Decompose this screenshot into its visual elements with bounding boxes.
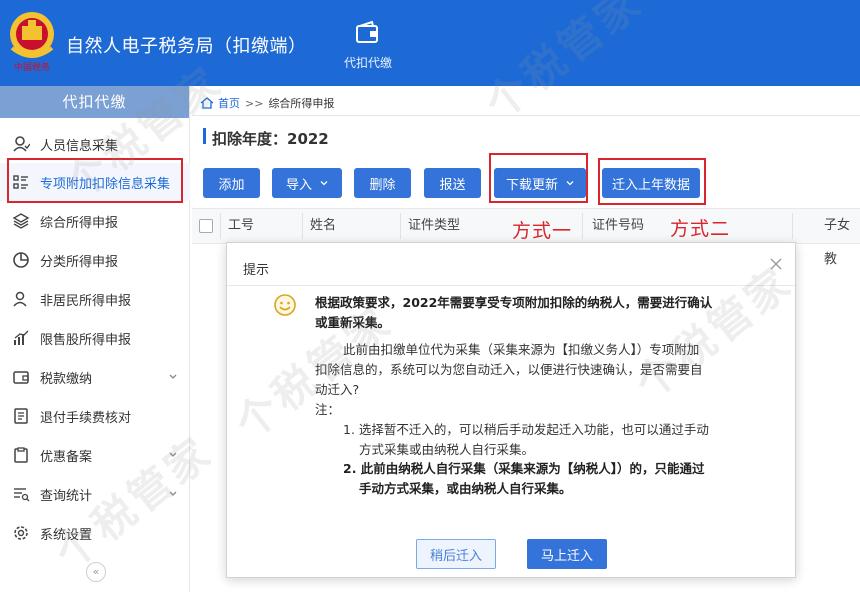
sidebar-item-classified-income[interactable]: 分类所得申报 (0, 241, 190, 279)
query-list-icon (14, 488, 30, 502)
dialog-note-2a: 2. 此前由纳税人自行采集（采集来源为【纳税人】）的，只能通过 (343, 461, 705, 476)
chevron-down-icon (169, 452, 177, 457)
migrate-later-label: 稍后迁入 (429, 548, 482, 564)
dialog-para-2: 扣除信息的，系统可以为您自动迁入，以便进行快速确认，是否需要自 (315, 362, 703, 377)
sidebar-title: 代扣代缴 (0, 86, 189, 118)
sidebar-item-comprehensive-income[interactable]: 综合所得申报 (0, 202, 190, 240)
annotation-box-sidebar (7, 158, 183, 203)
wallet-icon (13, 371, 29, 384)
sidebar-item-label: 综合所得申报 (40, 215, 119, 231)
dialog-para-3: 动迁入? (315, 382, 360, 397)
column-header-id-type: 证件类型 (408, 218, 461, 233)
migrate-now-label: 马上迁入 (540, 548, 593, 564)
sidebar-item-label: 系统设置 (40, 527, 93, 543)
dialog-note-1a: 1. 选择暂不迁入的，可以稍后手动发起迁入功能，也可以通过手动 (343, 422, 709, 437)
dialog-title: 提示 (243, 263, 270, 278)
migrate-later-button[interactable]: 稍后迁入 (416, 539, 496, 569)
sidebar-item-label: 优惠备案 (40, 449, 93, 465)
year-accent-bar (203, 128, 206, 144)
chevron-down-icon (320, 181, 328, 186)
sidebar-item-nonresident-income[interactable]: 非居民所得申报 (0, 280, 190, 318)
gear-icon (14, 526, 28, 540)
import-button-label: 导入 (285, 177, 312, 193)
sidebar-item-refund-fee[interactable]: 退付手续费核对 (0, 397, 190, 435)
sidebar-item-preferential-filing[interactable]: 优惠备案 (0, 436, 190, 474)
document-icon (14, 408, 28, 424)
bar-chart-icon (14, 330, 29, 345)
dialog-para-1: 此前由扣缴单位代为采集（采集来源为【扣缴义务人】）专项附加 (343, 342, 700, 357)
sidebar-item-system-settings[interactable]: 系统设置 (0, 514, 190, 552)
nav-withholding-label: 代扣代缴 (343, 56, 392, 70)
smiley-icon (274, 294, 296, 316)
submit-button-label: 报送 (439, 177, 466, 193)
app-title: 自然人电子税务局（扣缴端） (66, 36, 307, 57)
sidebar-item-tax-payment[interactable]: 税款缴纳 (0, 358, 190, 396)
dialog-line-2: 或重新采集。 (315, 315, 391, 330)
sidebar-item-label: 税款缴纳 (40, 371, 93, 387)
chevron-down-icon (169, 491, 177, 496)
layers-icon (12, 213, 30, 229)
dialog-note-2b: 手动方式采集，或由纳税人自行采集。 (359, 481, 572, 496)
sidebar-item-restricted-shares[interactable]: 限售股所得申报 (0, 319, 190, 357)
pie-icon (13, 252, 29, 268)
breadcrumb-current: 综合所得申报 (268, 97, 335, 110)
add-button[interactable]: 添加 (203, 168, 260, 198)
import-button[interactable]: 导入 (272, 168, 342, 198)
home-icon (200, 97, 214, 109)
submit-button[interactable]: 报送 (424, 168, 481, 198)
sidebar-item-label: 非居民所得申报 (40, 293, 132, 309)
sidebar-item-label: 限售股所得申报 (40, 332, 132, 348)
wallet-icon (356, 20, 378, 43)
sidebar-item-query-statistics[interactable]: 查询统计 (0, 475, 190, 513)
tax-emblem-logo: 中国税务 (10, 12, 54, 72)
logo-text: 中国税务 (14, 61, 50, 72)
deduction-year-label: 扣除年度：2022 (212, 130, 329, 148)
nav-withholding[interactable]: 代扣代缴 (334, 20, 402, 80)
dialog-divider (227, 285, 795, 286)
breadcrumb-separator: >> (245, 96, 264, 110)
column-header-child-education: 子女教 (824, 218, 851, 267)
folder-icon (14, 447, 28, 463)
dialog-note-label: 注： (315, 402, 341, 417)
select-all-checkbox[interactable] (199, 219, 213, 233)
breadcrumb-home-link[interactable]: 首页 (218, 95, 240, 111)
person-outline-icon (13, 291, 27, 307)
app-header: 中国税务 自然人电子税务局（扣缴端） 代扣代缴 (0, 0, 860, 86)
annotation-method-one: 方式一 (512, 220, 573, 242)
annotation-box-method-two (598, 158, 706, 205)
chevron-down-icon (169, 374, 177, 379)
breadcrumb-divider (192, 115, 860, 116)
annotation-method-two: 方式二 (670, 218, 731, 240)
migrate-now-button[interactable]: 马上迁入 (527, 539, 607, 569)
sidebar-item-label: 查询统计 (40, 488, 93, 504)
column-header-employee-id: 工号 (228, 218, 255, 233)
column-header-name: 姓名 (310, 218, 337, 233)
annotation-box-method-one (489, 153, 588, 203)
breadcrumb: 首页 >> 综合所得申报 (200, 95, 334, 111)
close-icon[interactable] (769, 257, 783, 271)
sidebar-item-label: 退付手续费核对 (40, 410, 132, 426)
person-icon (13, 136, 30, 152)
dialog-line-1: 根据政策要求，2022年需要享受专项附加扣除的纳税人，需要进行确认 (315, 295, 713, 310)
sidebar-item-label: 分类所得申报 (40, 254, 119, 270)
delete-button-label: 删除 (369, 177, 396, 193)
sidebar-item-label: 人员信息采集 (40, 138, 119, 154)
dialog-note-1b: 方式采集或由纳税人自行采集。 (359, 442, 535, 457)
migration-prompt-dialog: 提示 根据政策要求，2022年需要享受专项附加扣除的纳税人，需要进行确认 或重新… (226, 242, 796, 578)
delete-button[interactable]: 删除 (354, 168, 411, 198)
add-button-label: 添加 (218, 177, 245, 193)
sidebar-collapse-button[interactable]: « (86, 562, 106, 582)
column-header-id-number: 证件号码 (592, 218, 645, 233)
